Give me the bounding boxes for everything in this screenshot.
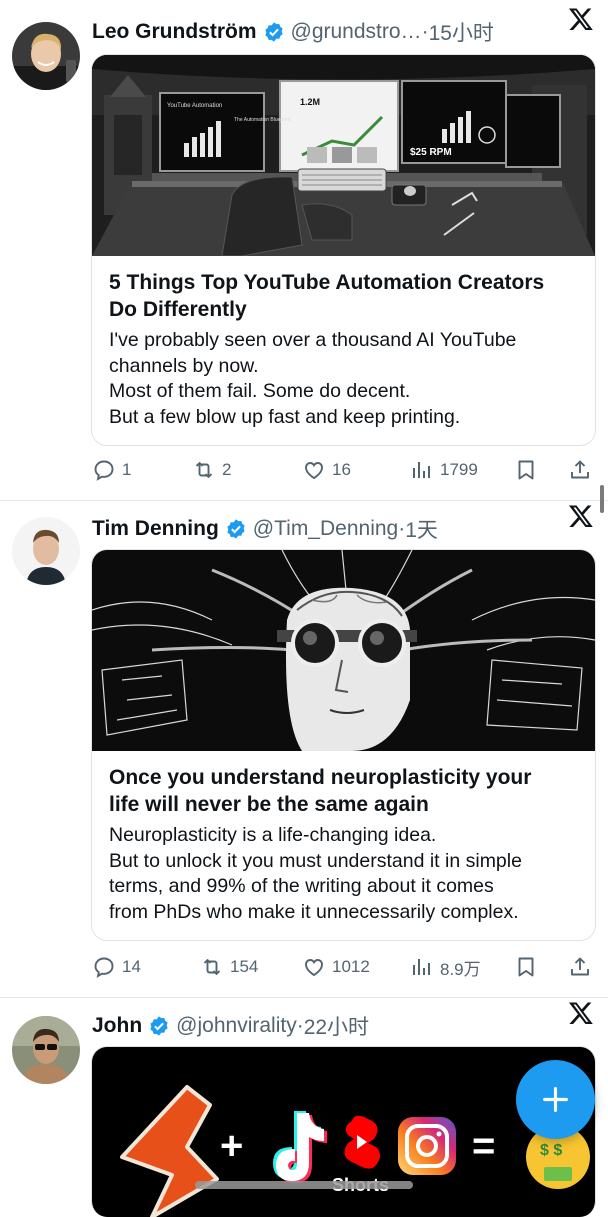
avatar[interactable]: [12, 517, 80, 585]
compose-button[interactable]: [516, 1060, 595, 1139]
author-name[interactable]: John: [92, 1014, 142, 1038]
timestamp[interactable]: 22小时: [304, 1011, 369, 1041]
repost-icon: [203, 959, 221, 975]
media-card[interactable]: + Shorts = $ $: [91, 1046, 596, 1217]
bookmark-button[interactable]: [514, 455, 538, 485]
verified-badge-icon: [264, 22, 283, 42]
timestamp[interactable]: 15小时: [429, 17, 494, 47]
author-name[interactable]: Tim Denning: [92, 517, 219, 541]
card-description: I've probably seen over a thousand AI Yo…: [109, 329, 517, 428]
author-handle[interactable]: @johnvirality: [176, 1014, 297, 1038]
share-icon: [571, 957, 589, 976]
bookmark-icon: [518, 460, 534, 480]
like-icon: [305, 959, 323, 977]
card-image: [92, 550, 595, 751]
repost-button[interactable]: 2: [192, 455, 231, 485]
image-text: YouTube Automation: [167, 103, 222, 109]
image-text: =: [472, 1124, 495, 1168]
author-name[interactable]: Leo Grundström: [92, 20, 257, 44]
bookmark-icon: [518, 957, 534, 977]
reply-icon: [94, 460, 114, 481]
repost-button[interactable]: 154: [200, 952, 258, 982]
views-button[interactable]: 8.9万: [410, 952, 481, 982]
compose-plus-icon: [543, 1087, 568, 1112]
svg-text:$ $: $ $: [540, 1142, 562, 1159]
reply-button[interactable]: 14: [92, 952, 141, 982]
separator-dot: ·: [421, 20, 429, 43]
image-text: +: [220, 1124, 243, 1168]
views-icon: [413, 959, 430, 975]
scroll-indicator[interactable]: [600, 485, 604, 513]
separator-dot: ·: [296, 1014, 304, 1037]
link-card[interactable]: YouTube Automation 1.2M $25 RPM The Auto…: [91, 54, 596, 446]
home-indicator[interactable]: [195, 1181, 413, 1189]
link-card[interactable]: Once you understand neuroplasticity your…: [91, 549, 596, 941]
like-button[interactable]: 1012: [302, 952, 370, 982]
tweet-actions: 14 154 1012 8.9万: [92, 952, 596, 982]
repost-icon: [195, 462, 213, 478]
card-image: YouTube Automation 1.2M $25 RPM The Auto…: [92, 55, 595, 256]
x-logo-icon[interactable]: [568, 503, 594, 529]
separator-dot: ·: [398, 517, 406, 540]
tweet[interactable]: Leo Grundström @grundstro… · 15小时 YouTub…: [0, 0, 608, 500]
card-image: + Shorts = $ $: [92, 1047, 595, 1217]
timestamp[interactable]: 1天: [405, 514, 438, 544]
author-handle[interactable]: @grundstro…: [291, 20, 422, 44]
views-icon: [413, 462, 430, 478]
card-title: Once you understand neuroplasticity your…: [109, 766, 532, 816]
reply-button[interactable]: 1: [92, 455, 131, 485]
verified-badge-icon: [150, 1016, 168, 1036]
image-text: $25 RPM: [410, 147, 452, 158]
author-handle[interactable]: @Tim_Denning: [253, 517, 398, 541]
like-button[interactable]: 16: [302, 455, 351, 485]
avatar[interactable]: [12, 22, 80, 90]
reply-icon: [94, 957, 114, 978]
card-title: 5 Things Top YouTube Automation Creators…: [109, 271, 545, 321]
verified-badge-icon: [227, 519, 245, 539]
image-text: The Automation Blueprint: [234, 117, 291, 123]
bookmark-button[interactable]: [514, 952, 538, 982]
tweet[interactable]: Tim Denning @Tim_Denning · 1天 Once you u…: [0, 501, 608, 997]
x-logo-icon[interactable]: [568, 6, 594, 32]
share-icon: [571, 460, 589, 479]
image-text: 1.2M: [300, 97, 320, 107]
x-logo-icon[interactable]: [568, 1000, 594, 1026]
card-description: Neuroplasticity is a life-changing idea.…: [109, 824, 522, 923]
share-button[interactable]: [568, 455, 592, 485]
views-button[interactable]: 1799: [410, 455, 478, 485]
like-icon: [305, 462, 323, 480]
share-button[interactable]: [568, 952, 592, 982]
tweet-actions: 1 2 16 1799: [92, 455, 596, 485]
avatar[interactable]: [12, 1016, 80, 1084]
